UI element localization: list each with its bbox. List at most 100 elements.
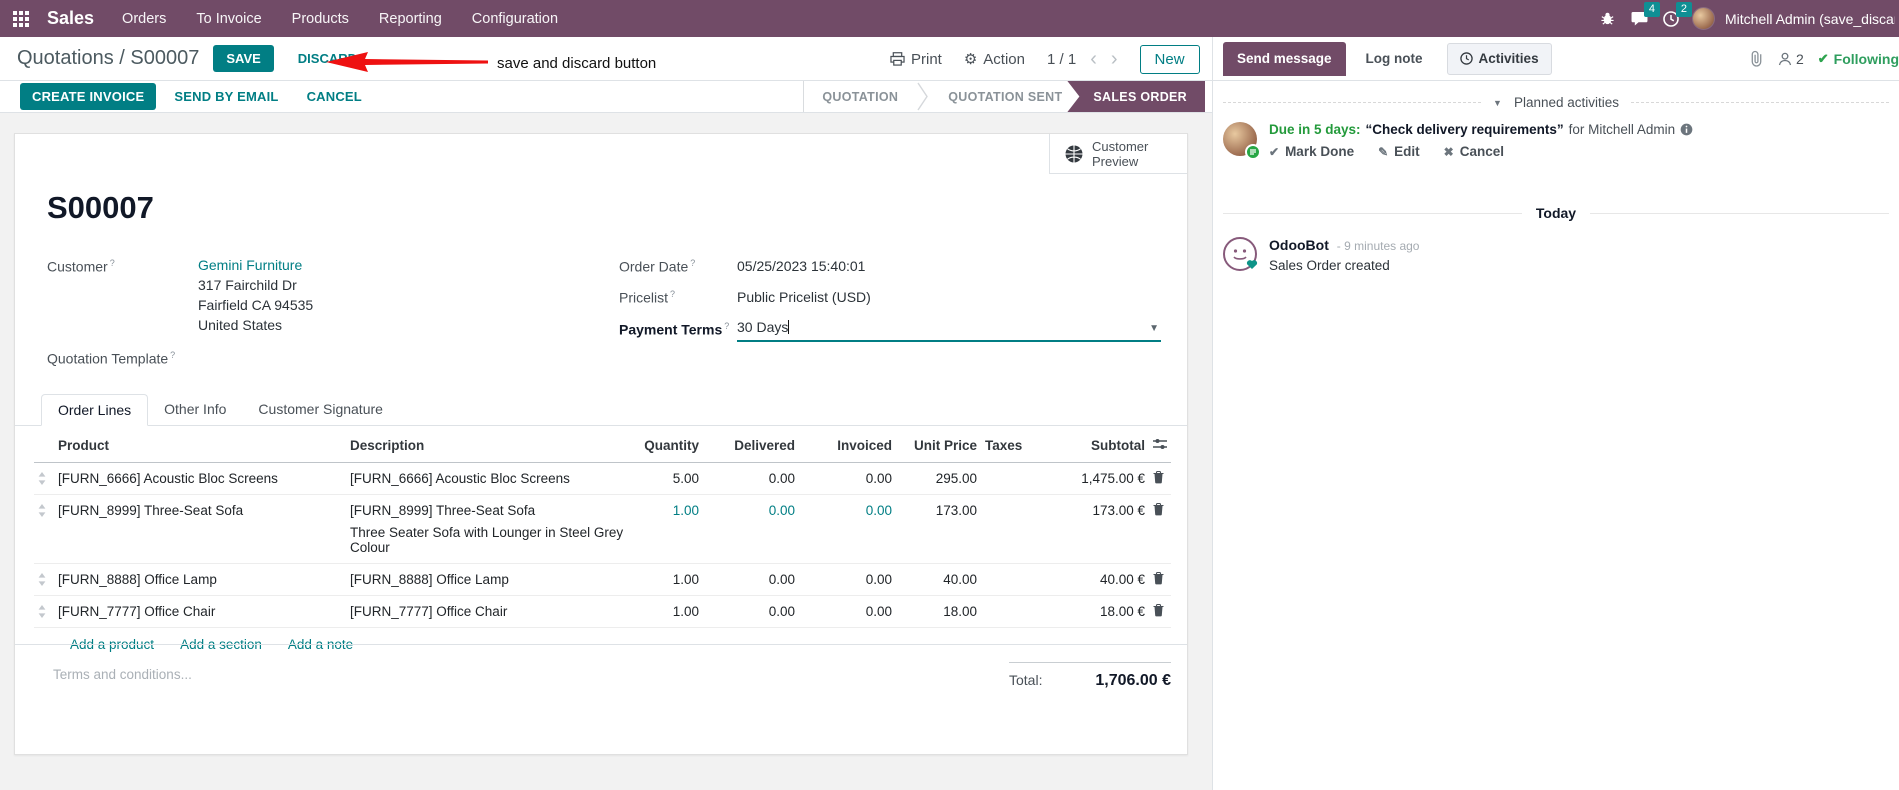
menu-item-to-invoice[interactable]: To Invoice bbox=[196, 11, 261, 27]
save-button[interactable]: SAVE bbox=[213, 45, 274, 72]
cell-description[interactable]: [FURN_6666] Acoustic Bloc Screens bbox=[346, 463, 636, 494]
info-icon[interactable] bbox=[1680, 123, 1693, 136]
order-line-row[interactable]: [FURN_8888] Office Lamp [FURN_8888] Offic… bbox=[34, 564, 1171, 596]
pager-prev-icon[interactable]: ‹ bbox=[1090, 49, 1097, 69]
column-header-delivered[interactable]: Delivered bbox=[703, 429, 799, 462]
cell-invoiced[interactable]: 0.00 bbox=[799, 596, 896, 627]
debug-bug-icon[interactable] bbox=[1596, 8, 1618, 30]
send-message-button[interactable]: Send message bbox=[1223, 41, 1346, 76]
cell-quantity[interactable]: 1.00 bbox=[636, 564, 703, 595]
column-header-subtotal[interactable]: Subtotal bbox=[1039, 429, 1149, 462]
cell-description[interactable]: [FURN_8888] Office Lamp bbox=[346, 564, 636, 595]
cell-taxes[interactable] bbox=[981, 596, 1039, 612]
pipeline-stage-quotation[interactable]: QUOTATION bbox=[804, 81, 916, 112]
menu-item-orders[interactable]: Orders bbox=[122, 11, 166, 27]
drag-handle-icon[interactable] bbox=[34, 564, 54, 594]
app-name[interactable]: Sales bbox=[47, 8, 94, 29]
user-name[interactable]: Mitchell Admin (save_discar bbox=[1725, 11, 1895, 27]
cell-product[interactable]: [FURN_7777] Office Chair bbox=[54, 596, 346, 627]
new-button[interactable]: New bbox=[1139, 44, 1200, 74]
cell-product[interactable]: [FURN_8888] Office Lamp bbox=[54, 564, 346, 595]
apps-grid-icon[interactable] bbox=[13, 10, 29, 27]
annotation-arrow bbox=[326, 52, 488, 72]
messages-icon[interactable]: 4 bbox=[1628, 1, 1660, 30]
cell-unit-price[interactable]: 173.00 bbox=[896, 495, 981, 526]
drag-handle-icon[interactable] bbox=[34, 596, 54, 626]
pipeline-stage-quotation-sent[interactable]: QUOTATION SENT bbox=[930, 81, 1080, 112]
pricelist-value[interactable]: Public Pricelist (USD) bbox=[737, 289, 871, 305]
cell-invoiced[interactable]: 0.00 bbox=[799, 495, 896, 526]
column-header-quantity[interactable]: Quantity bbox=[636, 429, 703, 462]
tab-other-info[interactable]: Other Info bbox=[148, 394, 242, 426]
column-header-unit-price[interactable]: Unit Price bbox=[896, 429, 981, 462]
order-line-row[interactable]: [FURN_7777] Office Chair [FURN_7777] Offi… bbox=[34, 596, 1171, 628]
attachment-paperclip-icon[interactable] bbox=[1749, 50, 1764, 67]
mark-done-button[interactable]: ✔ Mark Done bbox=[1269, 144, 1354, 159]
followers-count: 2 bbox=[1795, 50, 1804, 67]
cell-unit-price[interactable]: 295.00 bbox=[896, 463, 981, 494]
drag-handle-icon[interactable] bbox=[34, 495, 54, 525]
breadcrumb[interactable]: Quotations / S00007 bbox=[17, 47, 199, 70]
customer-link[interactable]: Gemini Furniture bbox=[198, 257, 313, 273]
terms-placeholder[interactable]: Terms and conditions... bbox=[53, 667, 192, 682]
message-author[interactable]: OdooBot bbox=[1269, 237, 1329, 253]
cell-delivered[interactable]: 0.00 bbox=[703, 564, 799, 595]
action-button[interactable]: ⚙ Action bbox=[964, 50, 1025, 69]
messages-badge: 4 bbox=[1643, 1, 1660, 17]
drag-handle-icon[interactable] bbox=[34, 463, 54, 493]
cell-description[interactable]: [FURN_7777] Office Chair bbox=[346, 596, 636, 627]
edit-activity-button[interactable]: ✎ Edit bbox=[1378, 144, 1420, 159]
delete-line-icon[interactable] bbox=[1149, 564, 1171, 593]
cancel-button[interactable]: CANCEL bbox=[297, 83, 372, 110]
cell-unit-price[interactable]: 18.00 bbox=[896, 596, 981, 627]
cell-delivered[interactable]: 0.00 bbox=[703, 495, 799, 526]
pager-next-icon[interactable]: › bbox=[1111, 49, 1118, 69]
cell-invoiced[interactable]: 0.00 bbox=[799, 564, 896, 595]
log-note-button[interactable]: Log note bbox=[1352, 42, 1437, 75]
delete-line-icon[interactable] bbox=[1149, 495, 1171, 524]
dropdown-caret-icon[interactable]: ▼ bbox=[1149, 323, 1159, 334]
activities-button[interactable]: Activities bbox=[1446, 42, 1552, 75]
cell-taxes[interactable] bbox=[981, 463, 1039, 479]
cell-quantity[interactable]: 1.00 bbox=[636, 495, 703, 526]
payment-terms-input[interactable]: 30 Days ▼ bbox=[737, 319, 1161, 342]
cell-invoiced[interactable]: 0.00 bbox=[799, 463, 896, 494]
user-avatar[interactable] bbox=[1692, 7, 1715, 30]
planned-activities-label[interactable]: Planned activities bbox=[1514, 95, 1619, 110]
order-line-row[interactable]: [FURN_6666] Acoustic Bloc Screens [FURN_6… bbox=[34, 463, 1171, 495]
cell-delivered[interactable]: 0.00 bbox=[703, 596, 799, 627]
cell-delivered[interactable]: 0.00 bbox=[703, 463, 799, 494]
cell-quantity[interactable]: 5.00 bbox=[636, 463, 703, 494]
delete-line-icon[interactable] bbox=[1149, 596, 1171, 625]
cancel-activity-button[interactable]: ✖ Cancel bbox=[1444, 144, 1504, 159]
followers-button[interactable]: 2 bbox=[1778, 51, 1804, 67]
delete-line-icon[interactable] bbox=[1149, 463, 1171, 492]
menu-item-reporting[interactable]: Reporting bbox=[379, 11, 442, 27]
collapse-caret-icon[interactable]: ▼ bbox=[1493, 98, 1502, 108]
print-button[interactable]: Print bbox=[890, 51, 942, 68]
column-header-invoiced[interactable]: Invoiced bbox=[799, 429, 896, 462]
order-date-value[interactable]: 05/25/2023 15:40:01 bbox=[737, 258, 865, 274]
menu-item-configuration[interactable]: Configuration bbox=[472, 11, 558, 27]
pipeline-stage-sales-order[interactable]: SALES ORDER bbox=[1067, 81, 1205, 112]
cell-product[interactable]: [FURN_6666] Acoustic Bloc Screens bbox=[54, 463, 346, 494]
cell-taxes[interactable] bbox=[981, 495, 1039, 511]
tab-order-lines[interactable]: Order Lines bbox=[41, 394, 149, 426]
cell-quantity[interactable]: 1.00 bbox=[636, 596, 703, 627]
tab-customer-signature[interactable]: Customer Signature bbox=[242, 394, 399, 426]
cell-taxes[interactable] bbox=[981, 564, 1039, 580]
optional-columns-icon[interactable] bbox=[1149, 429, 1171, 459]
activities-clock-icon[interactable]: 2 bbox=[1660, 1, 1692, 30]
column-header-description[interactable]: Description bbox=[346, 429, 636, 462]
cell-description[interactable]: [FURN_8999] Three-Seat Sofa Three Seater … bbox=[346, 495, 636, 563]
create-invoice-button[interactable]: CREATE INVOICE bbox=[20, 83, 157, 110]
cell-product[interactable]: [FURN_8999] Three-Seat Sofa bbox=[54, 495, 346, 526]
send-by-email-button[interactable]: SEND BY EMAIL bbox=[164, 83, 288, 110]
order-line-row[interactable]: [FURN_8999] Three-Seat Sofa [FURN_8999] T… bbox=[34, 495, 1171, 564]
column-header-product[interactable]: Product bbox=[54, 429, 346, 462]
customer-preview-button[interactable]: Customer Preview bbox=[1049, 134, 1187, 174]
cell-unit-price[interactable]: 40.00 bbox=[896, 564, 981, 595]
column-header-taxes[interactable]: Taxes bbox=[981, 429, 1039, 462]
menu-item-products[interactable]: Products bbox=[292, 11, 349, 27]
following-button[interactable]: ✔ Following bbox=[1818, 51, 1899, 67]
